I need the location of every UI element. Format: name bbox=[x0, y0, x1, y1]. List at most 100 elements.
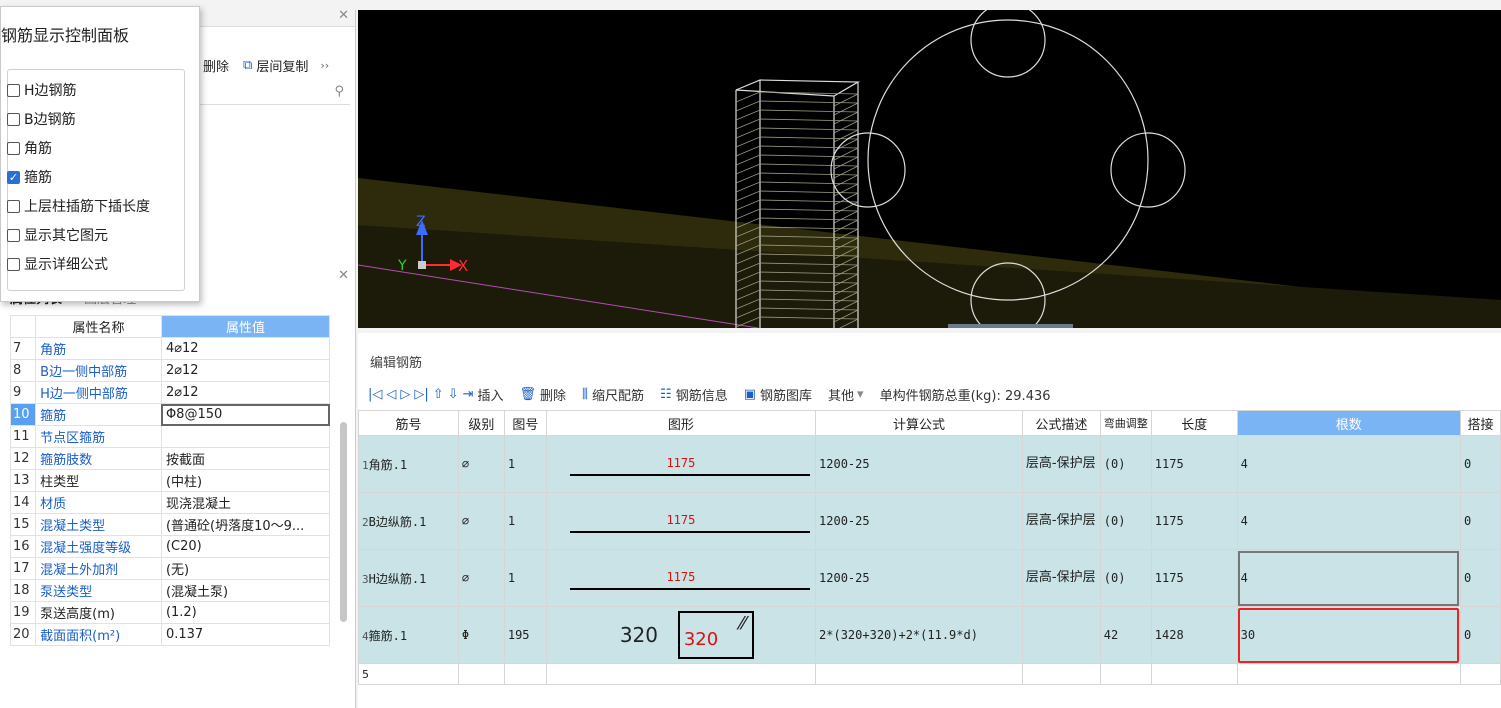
prev-icon[interactable]: ◁ bbox=[386, 387, 396, 402]
col-header[interactable]: 计算公式 bbox=[815, 410, 1023, 436]
search-icon[interactable]: ⚲ bbox=[334, 84, 344, 99]
rebar-info-button[interactable]: ☷ 钢筋信息 bbox=[660, 385, 728, 404]
attr-value[interactable]: 0.137 bbox=[160, 623, 331, 646]
lap[interactable]: 0 bbox=[1459, 492, 1501, 550]
bend-adjust[interactable]: (0) bbox=[1099, 435, 1152, 493]
floor-copy-button[interactable]: 层间复制 bbox=[256, 56, 308, 75]
move-down-icon[interactable]: ⇩ bbox=[448, 387, 459, 402]
count[interactable]: 4 bbox=[1236, 549, 1461, 607]
empty-cell[interactable] bbox=[815, 663, 1023, 685]
shape-cell[interactable]: 1175 bbox=[545, 549, 817, 607]
figure-number[interactable]: 1 bbox=[503, 549, 547, 607]
checkbox[interactable] bbox=[7, 228, 20, 242]
option-row[interactable]: 显示其它图元 bbox=[7, 224, 108, 246]
delete-button[interactable]: 删除 bbox=[203, 56, 229, 75]
grade[interactable]: ⌀ bbox=[457, 435, 505, 493]
lap[interactable]: 0 bbox=[1459, 549, 1501, 607]
empty-cell[interactable] bbox=[545, 663, 817, 685]
more-button[interactable]: ›› bbox=[320, 59, 329, 72]
bar-name-cell[interactable]: 3H边纵筋.1 bbox=[358, 549, 459, 607]
attr-value[interactable]: (1.2) bbox=[160, 601, 331, 624]
table-row[interactable]: 16 混凝土强度等级 (C20) bbox=[9, 535, 331, 558]
3d-scene[interactable]: Z Y X bbox=[358, 10, 1501, 328]
attr-value[interactable]: (中柱) bbox=[160, 469, 331, 492]
count[interactable]: 4 bbox=[1236, 492, 1461, 550]
lap[interactable]: 0 bbox=[1459, 606, 1501, 664]
table-row[interactable]: 18 泵送类型 (混凝土泵) bbox=[9, 579, 331, 602]
count[interactable]: 4 bbox=[1236, 435, 1461, 493]
figure-number[interactable]: 1 bbox=[503, 435, 547, 493]
next-icon[interactable]: ▷ bbox=[400, 387, 410, 402]
col-header[interactable]: 长度 bbox=[1150, 410, 1238, 436]
attr-value[interactable]: (普通砼(坍落度10～9... bbox=[160, 513, 331, 536]
bend-adjust[interactable]: 42 bbox=[1099, 606, 1152, 664]
col-header[interactable]: 图形 bbox=[545, 410, 817, 436]
splitter-handle[interactable] bbox=[948, 324, 1073, 328]
table-row[interactable]: 9 H边一侧中部筋 2⌀12 bbox=[9, 381, 331, 404]
option-row[interactable]: 上层柱插筋下插长度 bbox=[7, 195, 150, 217]
table-row[interactable]: 11 节点区箍筋 bbox=[9, 425, 331, 448]
attr-value[interactable]: 2⌀12 bbox=[160, 381, 331, 404]
checkbox[interactable]: ✓ bbox=[7, 170, 20, 184]
close-icon[interactable]: ✕ bbox=[338, 8, 349, 23]
table-row[interactable]: 4箍筋.1 Φ 195 320 320 ⁄⁄ 2*(320+320)+2*(11.9*d) 4… bbox=[358, 606, 1501, 664]
length[interactable]: 1428 bbox=[1150, 606, 1238, 664]
move-up-icon[interactable]: ⇧ bbox=[433, 387, 444, 402]
table-row[interactable]: 7 角筋 4⌀12 bbox=[9, 337, 331, 360]
formula-desc[interactable]: 层高-保护层 bbox=[1021, 549, 1101, 607]
attr-value[interactable]: 2⌀12 bbox=[160, 359, 331, 382]
empty-cell[interactable] bbox=[1150, 663, 1238, 685]
table-row[interactable]: 3H边纵筋.1 ⌀ 1 1175 1200-25 层高-保护层 (0) 1175 4 0 bbox=[358, 549, 1501, 607]
shape-cell[interactable]: 1175 bbox=[545, 435, 817, 493]
delete-row-button[interactable]: 🗑 删除 bbox=[520, 385, 567, 404]
formula[interactable]: 1200-25 bbox=[815, 435, 1023, 493]
rebar-library-button[interactable]: ▣ 钢筋图库 bbox=[744, 385, 812, 404]
scale-rebar-button[interactable]: ⫼ 缩尺配筋 bbox=[582, 385, 644, 404]
insert-button[interactable]: ⇥ 插入 bbox=[463, 385, 504, 404]
table-row[interactable]: 8 B边一侧中部筋 2⌀12 bbox=[9, 359, 331, 382]
formula-desc[interactable] bbox=[1021, 606, 1101, 664]
col-header[interactable]: 级别 bbox=[457, 410, 505, 436]
formula[interactable]: 1200-25 bbox=[815, 492, 1023, 550]
empty-cell[interactable] bbox=[1021, 663, 1101, 685]
attr-value[interactable] bbox=[160, 425, 331, 448]
count[interactable]: 30 bbox=[1236, 606, 1461, 664]
option-row[interactable]: 角筋 bbox=[7, 137, 52, 159]
other-menu[interactable]: 其他 ▾ bbox=[828, 385, 864, 404]
table-row[interactable]: 15 混凝土类型 (普通砼(坍落度10～9... bbox=[9, 513, 331, 536]
empty-cell[interactable] bbox=[503, 663, 547, 685]
formula[interactable]: 2*(320+320)+2*(11.9*d) bbox=[815, 606, 1023, 664]
table-row[interactable]: 12 箍筋肢数 按截面 bbox=[9, 447, 331, 470]
grade[interactable]: Φ bbox=[457, 606, 505, 664]
length[interactable]: 1175 bbox=[1150, 492, 1238, 550]
attr-value[interactable]: 4⌀12 bbox=[160, 337, 331, 360]
col-header[interactable]: 筋号 bbox=[358, 410, 459, 436]
empty-cell[interactable] bbox=[1459, 663, 1501, 685]
option-row[interactable]: 显示详细公式 bbox=[7, 253, 108, 275]
length[interactable]: 1175 bbox=[1150, 549, 1238, 607]
table-row[interactable]: 2B边纵筋.1 ⌀ 1 1175 1200-25 层高-保护层 (0) 1175 4 0 bbox=[358, 492, 1501, 550]
bar-name-cell[interactable]: 4箍筋.1 bbox=[358, 606, 459, 664]
last-icon[interactable]: ▷| bbox=[414, 387, 428, 402]
attr-value[interactable]: Φ8@150 bbox=[160, 403, 331, 426]
table-row[interactable]: 17 混凝土外加剂 (无) bbox=[9, 557, 331, 580]
close-icon[interactable]: ✕ bbox=[338, 268, 349, 283]
table-row[interactable]: 1角筋.1 ⌀ 1 1175 1200-25 层高-保护层 (0) 1175 4 0 bbox=[358, 435, 1501, 493]
first-icon[interactable]: |◁ bbox=[368, 387, 382, 402]
checkbox[interactable] bbox=[7, 83, 20, 97]
checkbox[interactable] bbox=[7, 112, 20, 126]
option-row[interactable]: H边钢筋 bbox=[7, 79, 77, 101]
attr-value[interactable]: (混凝土泵) bbox=[160, 579, 331, 602]
empty-cell[interactable] bbox=[457, 663, 505, 685]
table-row[interactable]: 13 柱类型 (中柱) bbox=[9, 469, 331, 492]
length[interactable]: 1175 bbox=[1150, 435, 1238, 493]
grade[interactable]: ⌀ bbox=[457, 549, 505, 607]
lap[interactable]: 0 bbox=[1459, 435, 1501, 493]
formula[interactable]: 1200-25 bbox=[815, 549, 1023, 607]
checkbox[interactable] bbox=[7, 199, 20, 213]
table-row[interactable]: 14 材质 现浇混凝土 bbox=[9, 491, 331, 514]
bar-name-cell[interactable]: 2B边纵筋.1 bbox=[358, 492, 459, 550]
col-header[interactable]: 根数 bbox=[1236, 410, 1461, 436]
figure-number[interactable]: 195 bbox=[503, 606, 547, 664]
attr-value[interactable]: 按截面 bbox=[160, 447, 331, 470]
